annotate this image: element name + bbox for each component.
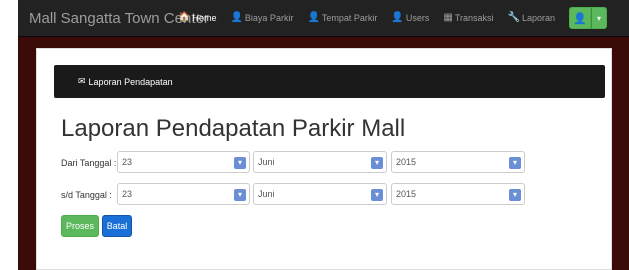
wrench-icon: 🔧 <box>507 12 520 23</box>
from-day-select[interactable]: 23 ▾ <box>117 151 250 173</box>
chevron-down-icon: ▾ <box>371 189 383 201</box>
nav-item-label: Transaksi <box>454 13 494 23</box>
from-year-select[interactable]: 2015 ▾ <box>391 151 525 173</box>
from-month-select[interactable]: Juni ▾ <box>253 151 387 173</box>
nav-item-laporan[interactable]: 🔧 Laporan <box>507 12 556 24</box>
user-icon: 👤 <box>391 12 404 23</box>
user-icon[interactable]: 👤 <box>569 7 591 29</box>
chevron-down-icon[interactable]: ▾ <box>591 7 607 29</box>
page-title: Laporan Pendapatan Parkir Mall <box>61 115 406 142</box>
select-value: Juni <box>258 157 275 167</box>
process-button[interactable]: Proses <box>61 215 99 237</box>
panel-title: Laporan Pendapatan <box>88 76 173 87</box>
top-navbar: Mall Sangatta Town Center 🏠 Home 👤 Biaya… <box>18 0 629 37</box>
nav-item-label: Laporan <box>521 13 556 23</box>
select-value: Juni <box>258 189 275 199</box>
cancel-button[interactable]: Batal <box>102 215 132 237</box>
to-month-select[interactable]: Juni ▾ <box>253 183 387 205</box>
select-value: 2015 <box>396 157 417 167</box>
select-value: 23 <box>122 189 133 199</box>
from-date-label: Dari Tanggal : <box>61 158 117 168</box>
nav-item-users[interactable]: 👤 Users <box>391 12 430 24</box>
select-value: 2015 <box>396 189 417 199</box>
chevron-down-icon: ▾ <box>509 157 521 169</box>
home-icon: 🏠 <box>178 12 191 23</box>
nav-item-tempat-parkir[interactable]: 👤 Tempat Parkir <box>307 12 378 24</box>
app-window: Mall Sangatta Town Center 🏠 Home 👤 Biaya… <box>0 0 629 270</box>
envelope-icon: ✉ <box>78 76 86 86</box>
to-date-label: s/d Tanggal : <box>61 190 112 200</box>
nav-item-transaksi[interactable]: ▦ Transaksi <box>443 12 494 24</box>
chevron-down-icon: ▾ <box>234 157 246 169</box>
to-year-select[interactable]: 2015 ▾ <box>391 183 525 205</box>
brand-logo[interactable]: Mall Sangatta Town Center <box>18 10 209 27</box>
user-icon: 👤 <box>230 12 243 23</box>
panel-heading: ✉ Laporan Pendapatan <box>54 65 605 98</box>
user-icon: 👤 <box>307 12 320 23</box>
chevron-down-icon: ▾ <box>371 157 383 169</box>
main-content: ✉ Laporan Pendapatan Laporan Pendapatan … <box>36 48 612 270</box>
nav-item-label: Tempat Parkir <box>321 13 378 23</box>
chevron-down-icon: ▾ <box>509 189 521 201</box>
select-value: 23 <box>122 157 133 167</box>
nav-item-label: Users <box>405 13 430 23</box>
table-icon: ▦ <box>443 12 453 23</box>
nav-item-label: Home <box>192 13 217 23</box>
chevron-down-icon: ▾ <box>234 189 246 201</box>
to-day-select[interactable]: 23 ▾ <box>117 183 250 205</box>
nav-item-label: Biaya Parkir <box>244 13 294 23</box>
nav-item-biaya-parkir[interactable]: 👤 Biaya Parkir <box>230 12 294 24</box>
user-menu-button[interactable]: 👤 ▾ <box>569 7 607 29</box>
nav-item-home[interactable]: 🏠 Home <box>178 12 217 24</box>
